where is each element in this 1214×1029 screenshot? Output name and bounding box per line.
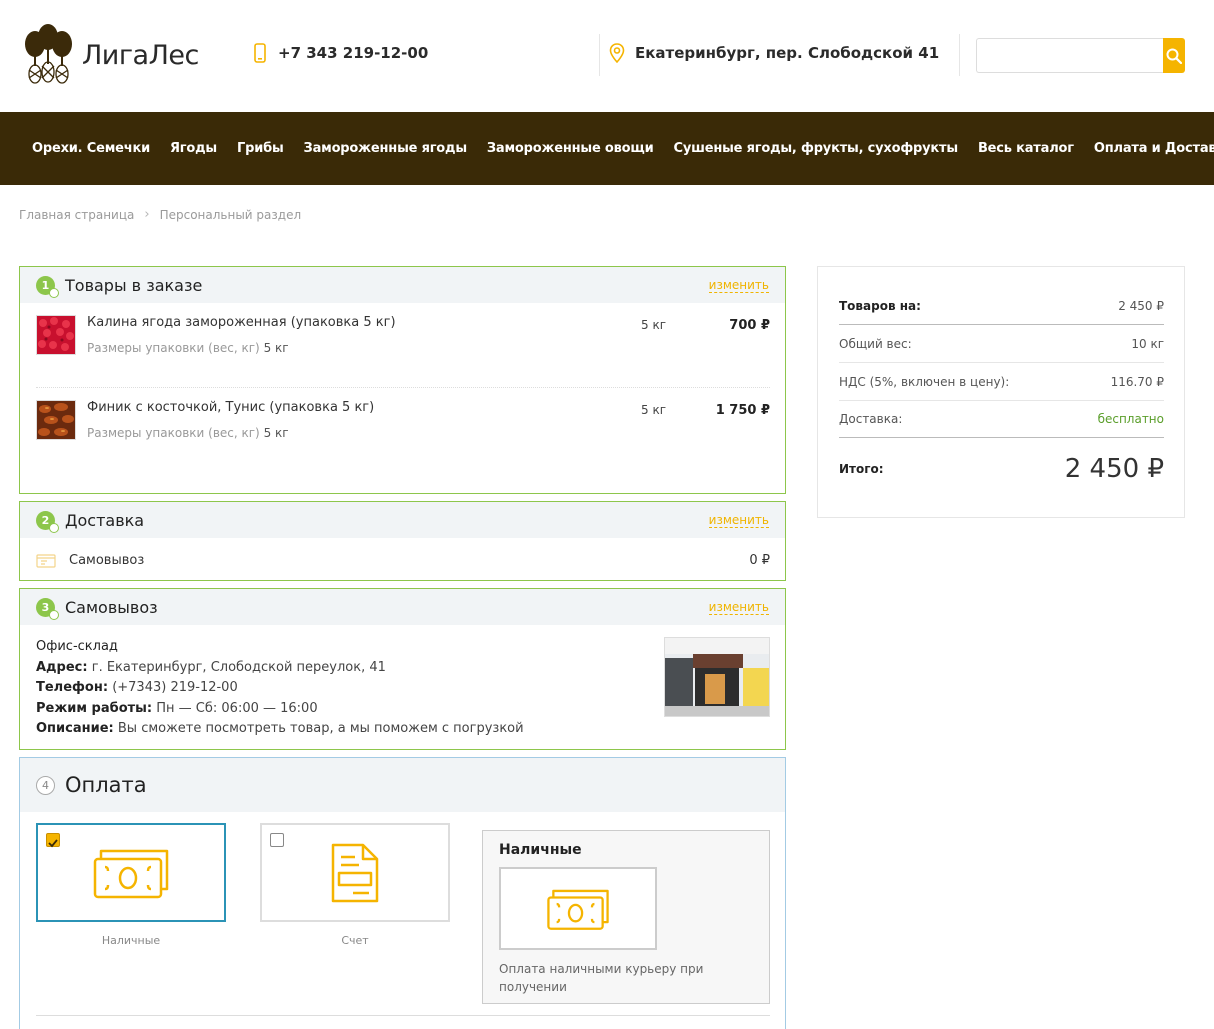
product-property: Размеры упаковки (вес, кг) 5 кг	[87, 426, 289, 440]
header-divider	[959, 34, 960, 76]
section-header: 3 Самовывоз изменить	[20, 589, 785, 625]
payment-option-cash[interactable]	[36, 823, 226, 922]
nav-item-dried-fruits[interactable]: Сушеные ягоды, фрукты, сухофрукты	[673, 141, 958, 156]
header-address: Екатеринбург, пер. Слободской 41	[609, 43, 939, 63]
nav-item-berries[interactable]: Ягоды	[170, 141, 217, 156]
nav-item-frozen-berries[interactable]: Замороженные ягоды	[304, 141, 468, 156]
address-text: Екатеринбург, пер. Слободской 41	[635, 44, 940, 62]
payment-option-label[interactable]: Наличные	[36, 934, 226, 947]
order-summary: Товаров на: 2 450 ₽ Общий вес: 10 кг НДС (…	[817, 266, 1185, 518]
site-header: ЛигаЛес +7 343 219-12-00 Екатеринбург, п…	[0, 0, 1214, 112]
invoice-icon	[331, 843, 379, 902]
product-qty: 5 кг	[641, 318, 667, 332]
order-items-section: 1 Товары в заказе изменить Калина ягода …	[19, 266, 786, 494]
pickup-hours: Режим работы: Пн — Сб: 06:00 — 16:00	[36, 700, 318, 716]
pinecone-logo-icon	[25, 24, 72, 84]
section-header: 4 Оплата	[20, 758, 785, 812]
section-title: Товары в заказе	[65, 275, 203, 295]
pickup-description: Описание: Вы сможете посмотреть товар, а…	[36, 721, 524, 736]
pickup-section: 3 Самовывоз изменить Офис-склад Адрес: г…	[19, 588, 786, 750]
summary-goods: Товаров на: 2 450 ₽	[839, 287, 1164, 325]
phone-icon	[254, 43, 266, 63]
section-title: Доставка	[65, 510, 145, 530]
payment-description-text: Оплата наличными курьеру при получении	[499, 962, 704, 994]
step-badge: 3	[36, 597, 59, 620]
search-box	[976, 38, 1185, 73]
summary-weight: Общий вес: 10 кг	[839, 325, 1164, 363]
product-property: Размеры упаковки (вес, кг) 5 кг	[87, 341, 289, 355]
step-badge: 1	[36, 275, 59, 298]
header-phone[interactable]: +7 343 219-12-00	[254, 43, 428, 63]
nav-item-frozen-vegetables[interactable]: Замороженные овощи	[487, 141, 654, 156]
cash-icon	[93, 849, 169, 898]
payment-option-label[interactable]: Счет	[260, 934, 450, 947]
check-icon	[49, 609, 59, 620]
section-title: Оплата	[65, 773, 147, 797]
payment-section: 4 Оплата Наличные Счет Наличные Оплата н…	[19, 757, 786, 1029]
logo-text: ЛигаЛес	[82, 39, 199, 71]
breadcrumb: Главная страница › Персональный раздел	[19, 207, 301, 222]
payment-description-image	[499, 867, 657, 950]
payment-checkbox-invoice[interactable]	[270, 833, 284, 847]
search-icon	[1166, 48, 1182, 64]
payment-checkbox-cash[interactable]	[46, 833, 60, 848]
delivery-method: Самовывоз	[69, 552, 145, 568]
payment-description-title: Наличные	[499, 842, 582, 858]
nav-item-catalog[interactable]: Весь каталог	[978, 141, 1074, 156]
payment-option-invoice[interactable]	[260, 823, 450, 922]
pickup-phone: Телефон: (+7343) 219-12-00	[36, 680, 238, 695]
chevron-right-icon: ›	[144, 207, 150, 222]
check-icon	[49, 522, 59, 533]
change-link[interactable]: изменить	[708, 601, 769, 615]
nav-item-mushrooms[interactable]: Грибы	[237, 141, 284, 156]
summary-delivery: Доставка: бесплатно	[839, 400, 1164, 438]
step-badge: 2	[36, 510, 59, 533]
product-image[interactable]	[36, 315, 76, 355]
step-badge: 4	[36, 775, 55, 795]
delivery-price: 0 ₽	[749, 552, 770, 568]
search-input[interactable]	[976, 38, 1163, 73]
product-price: 1 750 ₽	[715, 403, 770, 418]
product-qty: 5 кг	[641, 403, 667, 417]
section-title: Самовывоз	[65, 597, 158, 617]
section-header: 1 Товары в заказе изменить	[20, 267, 785, 303]
map-pin-icon	[609, 43, 625, 63]
breadcrumb-home[interactable]: Главная страница	[19, 208, 134, 222]
summary-vat: НДС (5%, включен в цену): 116.70 ₽	[839, 363, 1164, 401]
pickup-address: Адрес: г. Екатеринбург, Слободской переу…	[36, 659, 386, 675]
main-nav: Орехи. Семечки Ягоды Грибы Замороженные …	[0, 112, 1214, 185]
summary-total: Итого: 2 450 ₽	[839, 454, 1164, 484]
payment-description: Наличные Оплата наличными курьеру при по…	[482, 830, 770, 1004]
pickup-box-icon	[36, 554, 56, 568]
product-price: 700 ₽	[729, 318, 770, 333]
header-divider	[599, 34, 600, 76]
change-link[interactable]: изменить	[708, 279, 769, 293]
list-item: Финик с косточкой, Тунис (упаковка 5 кг)…	[36, 388, 770, 468]
cash-icon	[547, 889, 609, 930]
pickup-info: Офис-склад Адрес: г. Екатеринбург, Слобо…	[36, 637, 524, 740]
product-name[interactable]: Калина ягода замороженная (упаковка 5 кг…	[87, 315, 396, 330]
list-item: Калина ягода замороженная (упаковка 5 кг…	[36, 303, 770, 383]
search-button[interactable]	[1163, 38, 1185, 73]
pickup-name: Офис-склад	[36, 639, 118, 654]
nav-item-nuts[interactable]: Орехи. Семечки	[32, 141, 150, 156]
delivery-method-row: Самовывоз 0 ₽	[36, 552, 770, 568]
section-header: 2 Доставка изменить	[20, 502, 785, 538]
nav-item-payment-delivery[interactable]: Оплата и Доставка	[1094, 141, 1214, 156]
breadcrumb-current: Персональный раздел	[159, 207, 302, 222]
pickup-photo[interactable]	[664, 637, 770, 717]
phone-number: +7 343 219-12-00	[278, 44, 429, 62]
product-image[interactable]	[36, 400, 76, 440]
product-name[interactable]: Финик с косточкой, Тунис (упаковка 5 кг)	[87, 400, 374, 415]
change-link[interactable]: изменить	[708, 514, 769, 528]
logo[interactable]: ЛигаЛес	[22, 24, 199, 86]
delivery-section: 2 Доставка изменить Самовывоз 0 ₽	[19, 501, 786, 581]
check-icon	[49, 287, 59, 298]
divider	[36, 1015, 770, 1016]
